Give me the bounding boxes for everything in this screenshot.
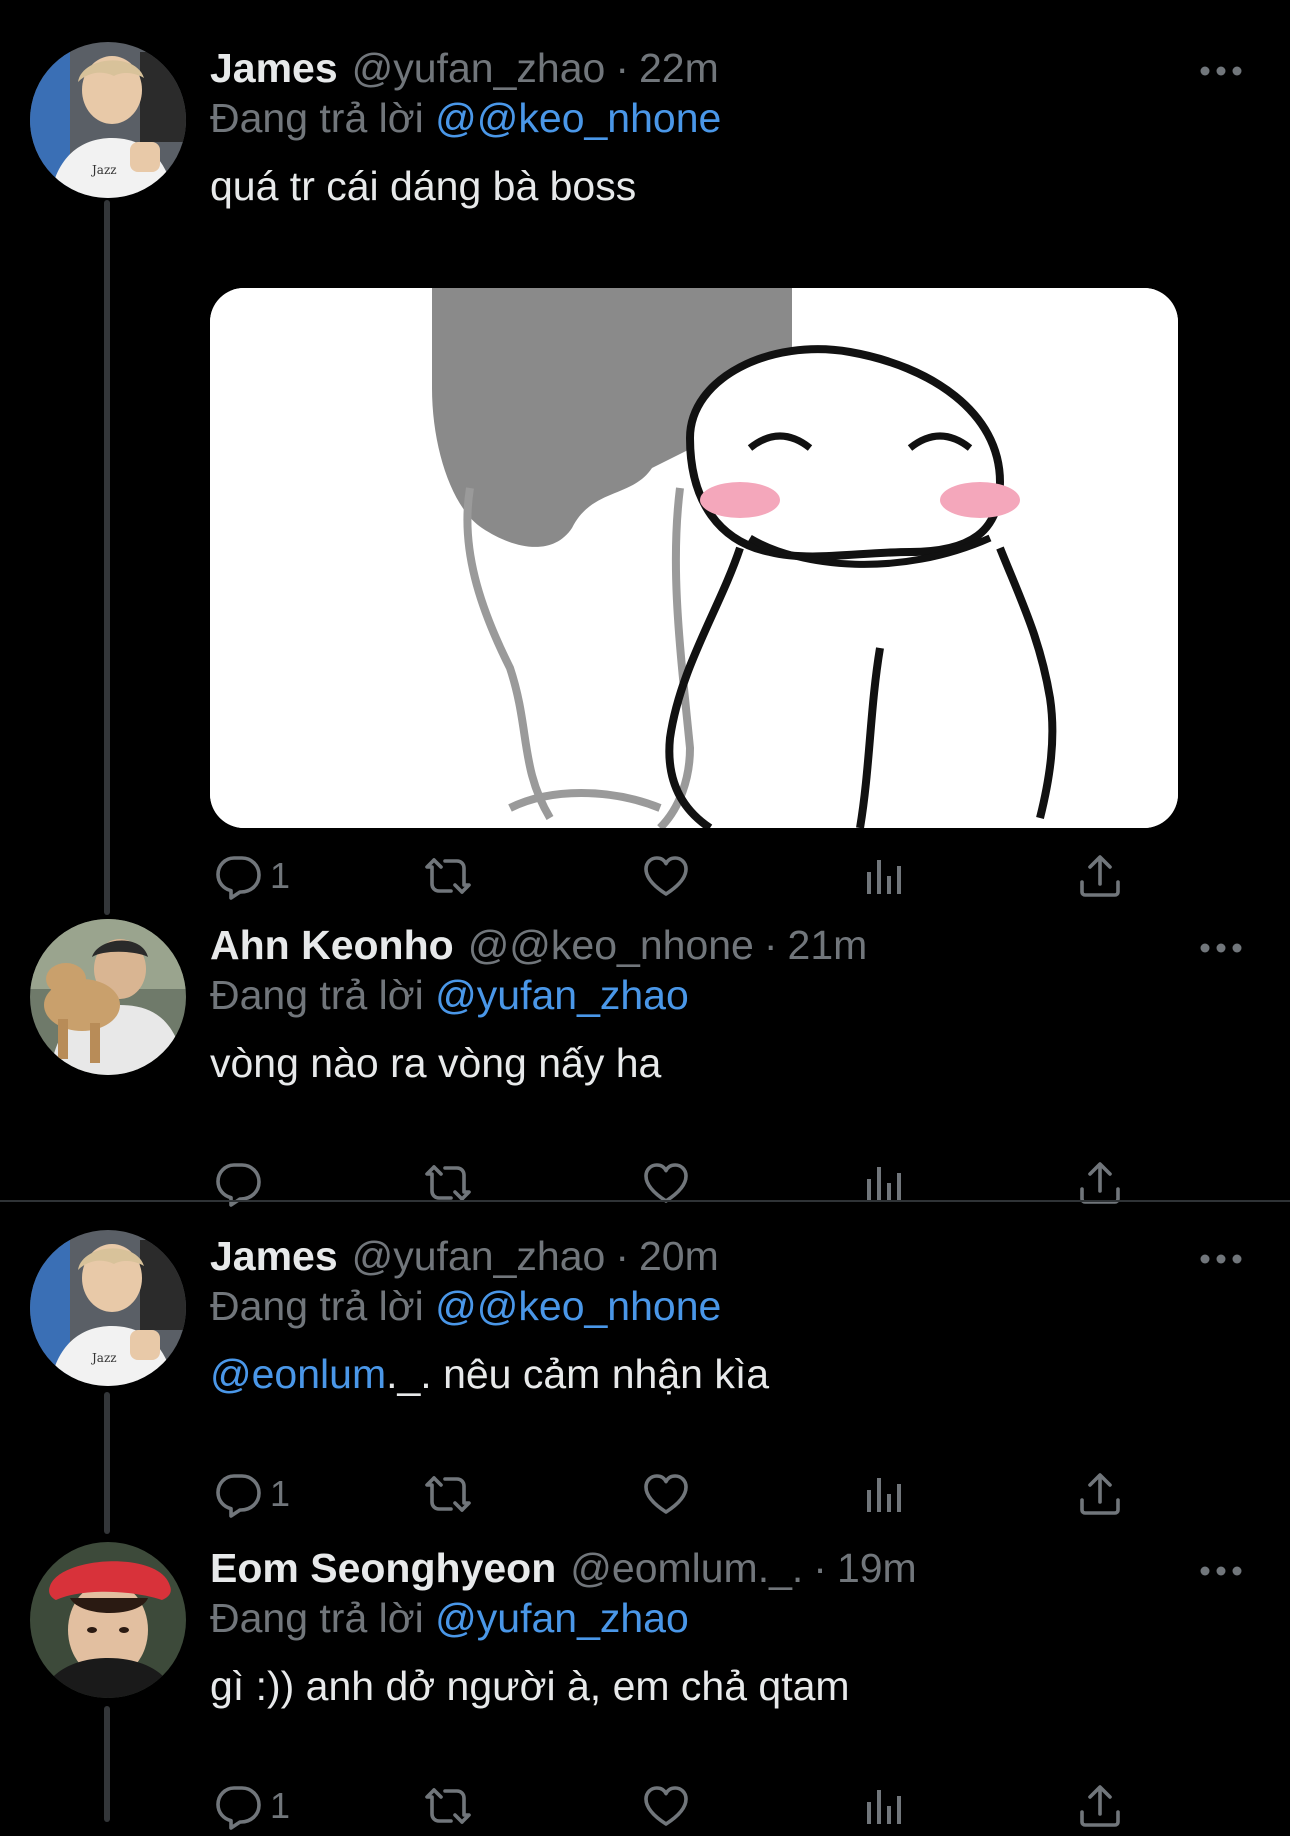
share-button[interactable]	[1076, 846, 1124, 906]
reply-button[interactable]	[214, 1153, 270, 1213]
retweet-button[interactable]	[424, 1776, 472, 1836]
views-button[interactable]	[860, 1776, 908, 1836]
reply-button[interactable]: 1	[214, 846, 290, 906]
heart-icon	[642, 852, 690, 900]
share-button[interactable]	[1076, 1464, 1124, 1524]
share-icon	[1076, 852, 1124, 900]
retweet-icon	[424, 1470, 472, 1518]
views-button[interactable]	[860, 1153, 908, 1213]
tweet-actions: 1	[210, 1464, 1160, 1524]
replying-to-label: Đang trả lời	[210, 1283, 424, 1329]
replying-to-mention[interactable]: @@keo_nhone	[435, 1283, 721, 1329]
share-icon	[1076, 1782, 1124, 1830]
more-horizontal-icon[interactable]	[1196, 923, 1246, 973]
views-icon	[860, 852, 908, 900]
tweet-actions: 1	[210, 1776, 1160, 1836]
tweet[interactable]: Ahn Keonho @@keo_nhone · 21m Đang trả lờ…	[0, 915, 1290, 1185]
replying-to-label: Đang trả lời	[210, 1595, 424, 1641]
tweet[interactable]: Jazz James @yufan_zhao · 22m Đang trả lờ…	[0, 38, 1290, 878]
timestamp[interactable]: 19m	[837, 1538, 917, 1598]
reply-button[interactable]: 1	[214, 1464, 290, 1524]
more-horizontal-icon[interactable]	[1196, 1234, 1246, 1284]
retweet-icon	[424, 1782, 472, 1830]
separator: ·	[813, 1545, 827, 1591]
tweet[interactable]: Jazz James @yufan_zhao · 20m Đang trả lờ…	[0, 1226, 1290, 1506]
reply-icon	[214, 852, 262, 900]
reply-count: 1	[270, 855, 291, 896]
like-button[interactable]	[642, 1153, 690, 1213]
reply-button[interactable]: 1	[214, 1776, 290, 1836]
svg-text:Jazz: Jazz	[90, 1351, 117, 1365]
meme-image	[210, 288, 1178, 828]
replying-to-mention[interactable]: @yufan_zhao	[435, 1595, 689, 1641]
retweet-icon	[424, 852, 472, 900]
tweet-actions: 1	[210, 846, 1160, 906]
share-button[interactable]	[1076, 1776, 1124, 1836]
reply-icon	[214, 1782, 262, 1830]
views-button[interactable]	[860, 1464, 908, 1524]
tweet-media[interactable]	[210, 288, 1178, 828]
tweet-actions	[210, 1153, 1160, 1213]
text-body: ._. nêu cảm nhận kìa	[386, 1351, 770, 1397]
like-button[interactable]	[642, 1776, 690, 1836]
replying-to: Đang trả lời @@keo_nhone	[210, 88, 721, 148]
heart-icon	[642, 1782, 690, 1830]
avatar[interactable]: Jazz	[30, 1230, 186, 1386]
replying-to-mention[interactable]: @@keo_nhone	[435, 95, 721, 141]
tweet-text: vòng nào ra vòng nấy ha	[210, 1040, 662, 1086]
tweet-text: gì :)) anh dở người à, em chả qtam	[210, 1663, 850, 1709]
more-horizontal-icon[interactable]	[1196, 46, 1246, 96]
share-icon	[1076, 1470, 1124, 1518]
text-mention[interactable]: @eonlum	[210, 1351, 386, 1397]
more-horizontal-icon[interactable]	[1196, 1546, 1246, 1596]
tweet-text: @eonlum._. nêu cảm nhận kìa	[210, 1344, 769, 1404]
avatar[interactable]: Jazz	[30, 42, 186, 198]
retweet-button[interactable]	[424, 1153, 472, 1213]
retweet-button[interactable]	[424, 846, 472, 906]
svg-text:Jazz: Jazz	[90, 163, 117, 177]
replying-to-label: Đang trả lời	[210, 95, 424, 141]
share-button[interactable]	[1076, 1153, 1124, 1213]
replying-to: Đang trả lời @yufan_zhao	[210, 965, 689, 1025]
retweet-button[interactable]	[424, 1464, 472, 1524]
avatar[interactable]	[30, 919, 186, 1075]
replying-to: Đang trả lời @@keo_nhone	[210, 1276, 721, 1336]
separator: ·	[763, 922, 778, 968]
replying-to-label: Đang trả lời	[210, 972, 424, 1018]
replying-to-mention[interactable]: @yufan_zhao	[435, 972, 689, 1018]
views-icon	[860, 1782, 908, 1830]
reply-icon	[214, 1470, 262, 1518]
tweet[interactable]: Eom Seonghyeon @eomlum._. · 19m Đang trả…	[0, 1538, 1290, 1822]
reply-count: 1	[270, 1785, 291, 1826]
timestamp[interactable]: 21m	[788, 915, 868, 975]
like-button[interactable]	[642, 846, 690, 906]
tweet-text: quá tr cái dáng bà boss	[210, 163, 637, 209]
thread-divider	[0, 1200, 1290, 1202]
like-button[interactable]	[642, 1464, 690, 1524]
replying-to: Đang trả lời @yufan_zhao	[210, 1588, 689, 1648]
heart-icon	[642, 1470, 690, 1518]
avatar[interactable]	[30, 1542, 186, 1698]
reply-count: 1	[270, 1473, 291, 1514]
views-button[interactable]	[860, 846, 908, 906]
views-icon	[860, 1470, 908, 1518]
